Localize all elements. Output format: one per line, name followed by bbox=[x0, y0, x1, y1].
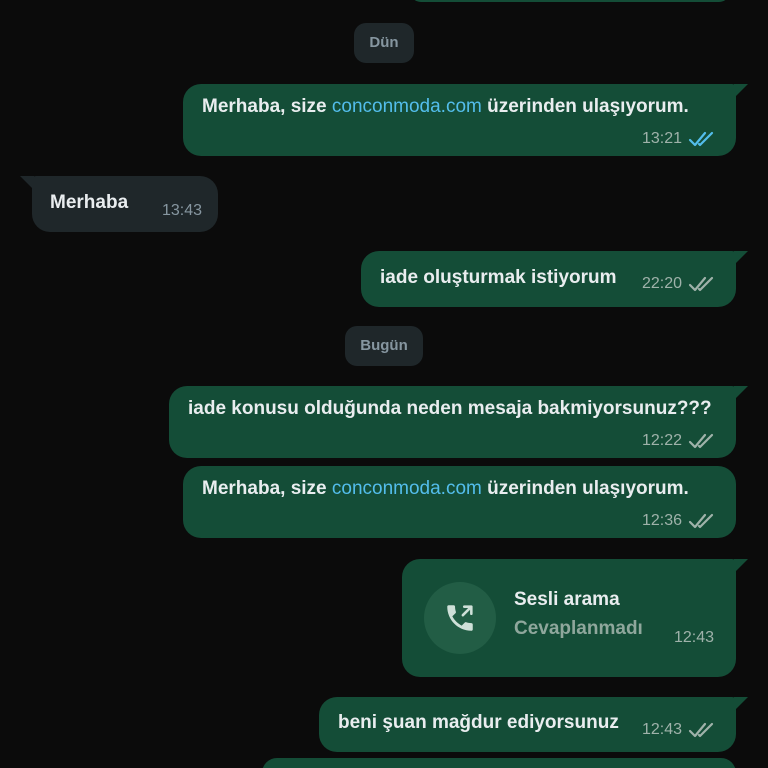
bubble-tail bbox=[734, 251, 748, 265]
delivered-ticks-icon bbox=[688, 433, 714, 449]
message-meta: 12:36 bbox=[642, 512, 718, 530]
bubble-tail bbox=[734, 386, 748, 400]
message-text: Merhaba bbox=[50, 192, 129, 213]
message-time: 13:21 bbox=[641, 130, 682, 147]
delivered-ticks-icon bbox=[688, 722, 714, 738]
message-text-part: Merhaba, size bbox=[202, 96, 332, 117]
message-meta: 12:43 bbox=[642, 721, 718, 739]
message-time: 13:43 bbox=[161, 202, 202, 219]
message-text-part: Merhaba, size bbox=[202, 478, 332, 499]
message-text: Merhaba, size conconmoda.com üzerinden u… bbox=[202, 478, 689, 500]
message-bubble-outgoing[interactable]: Merhaba, size conconmoda.com üzerinden u… bbox=[183, 84, 748, 156]
message-meta: 12:43 bbox=[674, 629, 714, 647]
outgoing-call-icon bbox=[447, 605, 473, 631]
message-time: 12:36 bbox=[641, 512, 682, 529]
date-separator-today: Bugün bbox=[345, 326, 423, 366]
message-text-part: üzerinden ulaşıyorum. bbox=[481, 96, 689, 117]
message-text: iade oluşturmak istiyorum bbox=[380, 267, 617, 288]
call-status: Cevaplanmadı bbox=[514, 618, 643, 639]
message-text: iade konusu olduğunda neden mesaja bakmi… bbox=[188, 398, 712, 419]
bubble-tail bbox=[734, 84, 748, 98]
call-title: Sesli arama bbox=[514, 589, 620, 610]
message-meta: 22:20 bbox=[642, 275, 718, 293]
partial-message-bubble-top[interactable] bbox=[410, 0, 730, 2]
bubble-tail bbox=[734, 559, 748, 573]
delivered-ticks-icon bbox=[688, 276, 714, 292]
message-time: 12:43 bbox=[641, 721, 682, 738]
message-text: beni şuan mağdur ediyorsunuz bbox=[338, 712, 619, 733]
message-text-part: üzerinden ulaşıyorum. bbox=[481, 478, 689, 499]
message-bubble-incoming[interactable]: Merhaba 13:43 bbox=[20, 176, 218, 232]
message-text: Merhaba, size conconmoda.com üzerinden u… bbox=[202, 96, 689, 118]
message-link[interactable]: conconmoda.com bbox=[332, 478, 482, 499]
message-meta: 13:43 bbox=[162, 202, 202, 220]
message-bubble-outgoing[interactable]: beni şuan mağdur ediyorsunuz 12:43 bbox=[319, 697, 748, 752]
date-separator-yesterday: Dün bbox=[354, 23, 414, 63]
partial-message-bubble-bottom[interactable] bbox=[262, 758, 736, 768]
message-bubble-outgoing[interactable]: iade oluşturmak istiyorum 22:20 bbox=[361, 251, 748, 307]
missed-call-bubble[interactable]: Sesli arama Cevaplanmadı 12:43 bbox=[402, 559, 748, 677]
read-ticks-icon bbox=[688, 131, 714, 147]
message-time: 22:20 bbox=[641, 275, 682, 292]
message-bubble-outgoing[interactable]: iade konusu olduğunda neden mesaja bakmi… bbox=[169, 386, 748, 458]
bubble-tail bbox=[734, 697, 748, 711]
message-time: 12:43 bbox=[673, 629, 714, 646]
bubble-tail bbox=[20, 176, 34, 190]
chat-thread[interactable]: Dün Merhaba, size conconmoda.com üzerind… bbox=[0, 0, 768, 768]
message-time: 12:22 bbox=[641, 432, 682, 449]
message-bubble-outgoing[interactable]: Merhaba, size conconmoda.com üzerinden u… bbox=[183, 466, 736, 538]
call-icon-circle bbox=[424, 582, 496, 654]
message-link[interactable]: conconmoda.com bbox=[332, 96, 482, 117]
message-meta: 12:22 bbox=[642, 432, 718, 450]
delivered-ticks-icon bbox=[688, 513, 714, 529]
message-meta: 13:21 bbox=[642, 130, 718, 148]
